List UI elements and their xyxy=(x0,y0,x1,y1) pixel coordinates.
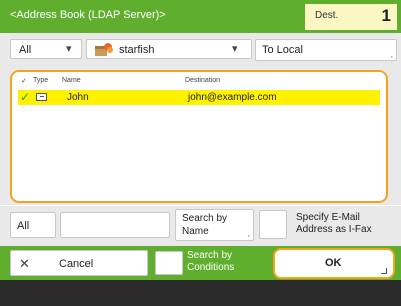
mail-icon xyxy=(36,93,47,101)
server-icon xyxy=(95,43,113,56)
conditions-label-line1: Search by xyxy=(187,250,233,261)
check-icon: ✓ xyxy=(21,78,27,85)
list-item-destination: john@example.com xyxy=(188,92,277,103)
list-item[interactable]: ✓ John john@example.com xyxy=(18,90,380,105)
destination-label: Dest. xyxy=(315,10,339,21)
column-header-destination: Destination xyxy=(185,77,221,84)
list-header: ✓ Type Name Destination xyxy=(18,75,380,89)
title-bar: <Address Book (LDAP Server)> Dest. 1 xyxy=(0,0,401,33)
all-button[interactable]: All xyxy=(10,212,56,238)
mail-icon-line xyxy=(40,96,44,97)
column-header-name: Name xyxy=(62,77,81,84)
ifax-label-line1: Specify E-Mail xyxy=(296,212,360,223)
page-title: <Address Book (LDAP Server)> xyxy=(10,9,166,21)
list-item-name: John xyxy=(67,92,89,103)
cancel-label: Cancel xyxy=(59,258,94,270)
conditions-checkbox[interactable] xyxy=(155,251,183,275)
search-by-name-label-line1: Search by xyxy=(182,213,228,224)
close-icon: ✕ xyxy=(19,256,30,271)
status-bar xyxy=(0,280,401,306)
chevron-down-icon: ▾ xyxy=(66,43,72,55)
search-by-name-label-line2: Name xyxy=(182,226,209,237)
address-list[interactable]: ✓ Type Name Destination ✓ John john@exam… xyxy=(10,70,388,203)
corner-indicator-icon xyxy=(381,268,387,274)
to-local-label: To Local xyxy=(262,44,303,56)
check-icon: ✓ xyxy=(20,90,31,104)
ok-button[interactable]: OK xyxy=(273,248,395,279)
type-dropdown[interactable]: All ▾ xyxy=(10,39,82,59)
column-header-type: Type xyxy=(33,77,49,84)
ifax-checkbox[interactable] xyxy=(259,210,287,239)
submenu-indicator-icon: , xyxy=(247,229,250,238)
cancel-button[interactable]: ✕ Cancel xyxy=(10,250,148,276)
type-dropdown-value: All xyxy=(19,44,32,56)
destination-count: 1 xyxy=(381,6,391,25)
ifax-label-line2: Address as I-Fax xyxy=(296,224,372,235)
ok-label: OK xyxy=(325,257,342,269)
chevron-down-icon: ▾ xyxy=(232,43,238,55)
server-dropdown[interactable]: starfish ▾ xyxy=(86,39,252,59)
to-local-button[interactable]: To Local , xyxy=(255,39,397,61)
search-by-conditions-button[interactable]: Search by Conditions xyxy=(153,250,267,276)
destination-counter[interactable]: Dest. 1 xyxy=(305,4,397,30)
search-by-name-button[interactable]: Search by Name , xyxy=(175,209,254,241)
conditions-label-line2: Conditions xyxy=(187,262,235,273)
all-button-label: All xyxy=(17,220,30,232)
search-input[interactable] xyxy=(60,212,170,238)
server-dropdown-value: starfish xyxy=(119,44,155,56)
submenu-indicator-icon: , xyxy=(390,50,393,59)
